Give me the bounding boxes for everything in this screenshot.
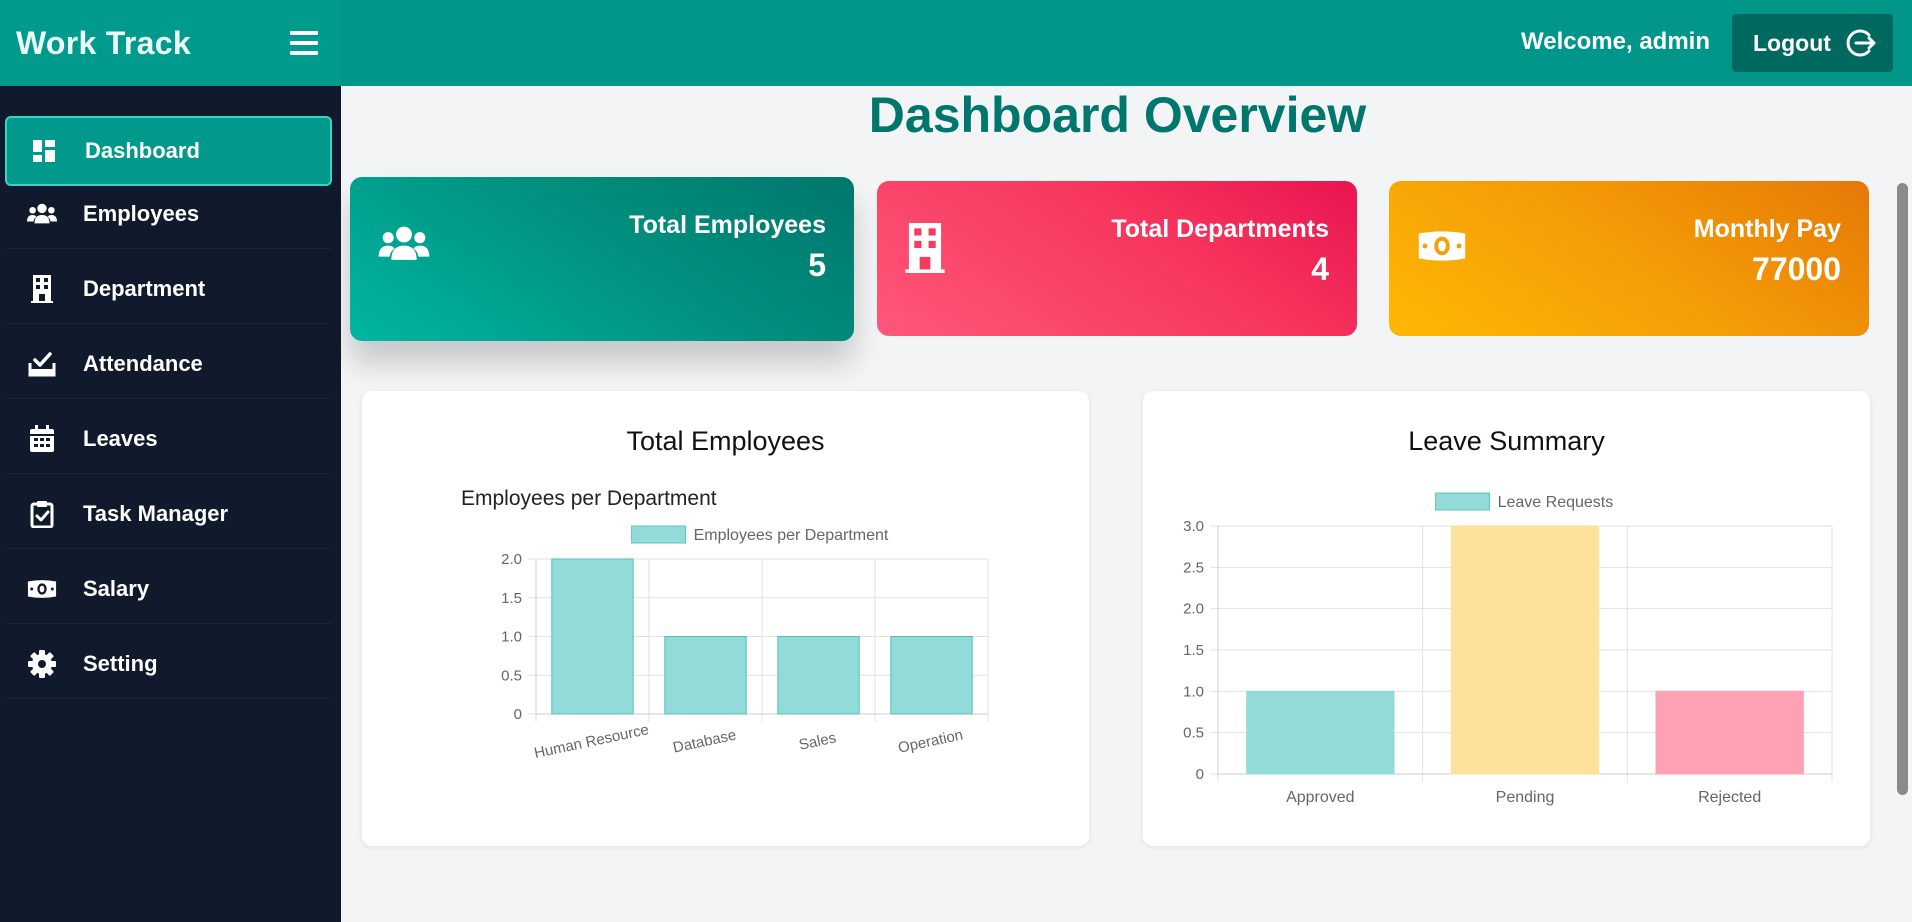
sidebar-item-label: Task Manager xyxy=(83,500,229,526)
calendar-icon xyxy=(27,424,57,454)
sidebar-item-label: Setting xyxy=(83,650,158,676)
y-tick-label: 1.5 xyxy=(1183,642,1204,659)
sidebar-item-attendance[interactable]: Attendance xyxy=(5,329,332,399)
legend-label: Leave Requests xyxy=(1498,494,1614,511)
welcome-text: Welcome, admin xyxy=(1521,28,1710,55)
menu-toggle-icon[interactable] xyxy=(287,29,321,57)
stat-card-monthly-pay: Monthly Pay 77000 xyxy=(1389,181,1869,336)
stat-value: 4 xyxy=(1311,251,1329,287)
attendance-icon xyxy=(27,349,57,379)
y-tick-label: 0 xyxy=(514,706,522,723)
stat-value: 77000 xyxy=(1752,251,1841,287)
bar xyxy=(551,558,634,715)
x-tick-label: Approved xyxy=(1286,789,1355,806)
chart-card-leave-summary: Leave Summary Leave Requests 0 0.5 1.0 1.5 2.… xyxy=(1143,391,1870,846)
y-tick-label: 2.0 xyxy=(1183,601,1204,618)
logout-label: Logout xyxy=(1753,29,1831,56)
sidebar-item-employees[interactable]: Employees xyxy=(5,179,332,249)
stat-card-total-departments: Total Departments 4 xyxy=(877,181,1357,336)
stat-label: Total Departments xyxy=(1111,215,1329,243)
leave-bar-chart: Leave Requests 0 0.5 1.0 1.5 2.0 2.5 3.0 Approve… xyxy=(1183,492,1833,806)
main-content: Dashboard Overview Total Employees 5 Tot… xyxy=(341,86,1912,922)
gear-icon xyxy=(27,649,57,679)
y-tick-label: 1.0 xyxy=(1183,683,1204,700)
x-tick-label: Sales xyxy=(797,729,837,753)
dashboard-icon xyxy=(29,136,59,166)
y-tick-label: 0.5 xyxy=(501,667,522,684)
sidebar-item-leaves[interactable]: Leaves xyxy=(5,404,332,474)
y-tick-label: 0.5 xyxy=(1183,725,1204,742)
clipboard-check-icon xyxy=(27,499,57,529)
logout-icon xyxy=(1846,29,1876,57)
users-icon xyxy=(27,199,57,229)
top-bar: Work Track Welcome, admin Logout xyxy=(0,0,1912,86)
x-tick-label: Rejected xyxy=(1698,789,1761,806)
sidebar-item-setting[interactable]: Setting xyxy=(5,629,332,699)
money-icon xyxy=(27,574,57,604)
building-icon xyxy=(905,223,945,278)
logout-button[interactable]: Logout xyxy=(1732,14,1893,72)
brand-title: Work Track xyxy=(16,24,191,61)
sidebar-item-label: Attendance xyxy=(83,350,203,376)
sidebar-item-label: Leaves xyxy=(83,425,158,451)
bar xyxy=(1246,690,1395,775)
legend-swatch xyxy=(631,525,687,544)
y-tick-label: 2.5 xyxy=(1183,559,1204,576)
brand-area: Work Track xyxy=(0,0,341,86)
sidebar-item-label: Dashboard xyxy=(85,138,200,163)
bar xyxy=(1655,690,1804,775)
chart-title: Employees per Department xyxy=(461,487,717,510)
scrollbar[interactable] xyxy=(1897,183,1908,795)
y-tick-label: 1.0 xyxy=(501,629,522,646)
sidebar-item-task-manager[interactable]: Task Manager xyxy=(5,479,332,549)
bar xyxy=(777,636,860,715)
money-icon xyxy=(1417,229,1467,268)
bar xyxy=(664,636,747,715)
bar xyxy=(1450,525,1600,775)
page-title: Dashboard Overview xyxy=(868,87,1367,143)
employees-bar-chart: Employees per Department Employees per De… xyxy=(461,487,989,762)
y-tick-label: 1.5 xyxy=(501,590,522,607)
legend-label: Employees per Department xyxy=(694,527,889,544)
sidebar-item-salary[interactable]: Salary xyxy=(5,554,332,624)
stat-card-total-employees: Total Employees 5 xyxy=(350,177,854,341)
stat-label: Total Employees xyxy=(629,211,826,239)
x-tick-label: Human Resource xyxy=(533,721,651,762)
y-tick-label: 0 xyxy=(1196,766,1204,783)
building-icon xyxy=(27,274,57,304)
sidebar-item-label: Salary xyxy=(83,575,150,601)
x-tick-label: Database xyxy=(671,727,737,757)
x-tick-label: Pending xyxy=(1496,789,1555,806)
y-tick-label: 3.0 xyxy=(1183,518,1204,535)
sidebar-item-label: Employees xyxy=(83,200,200,226)
sidebar-item-department[interactable]: Department xyxy=(5,254,332,324)
y-tick-label: 2.0 xyxy=(501,551,522,568)
stat-label: Monthly Pay xyxy=(1693,215,1841,243)
x-tick-label: Operation xyxy=(897,726,965,756)
bar xyxy=(890,636,973,715)
sidebar: Dashboard Employees Department Attendanc… xyxy=(0,86,341,922)
legend-swatch xyxy=(1435,492,1491,511)
chart-card-total-employees: Total Employees Employees per Department… xyxy=(362,391,1089,846)
sidebar-item-dashboard[interactable]: Dashboard xyxy=(5,116,332,186)
sidebar-item-label: Department xyxy=(83,275,206,301)
users-icon xyxy=(378,225,430,268)
stat-value: 5 xyxy=(808,247,826,283)
